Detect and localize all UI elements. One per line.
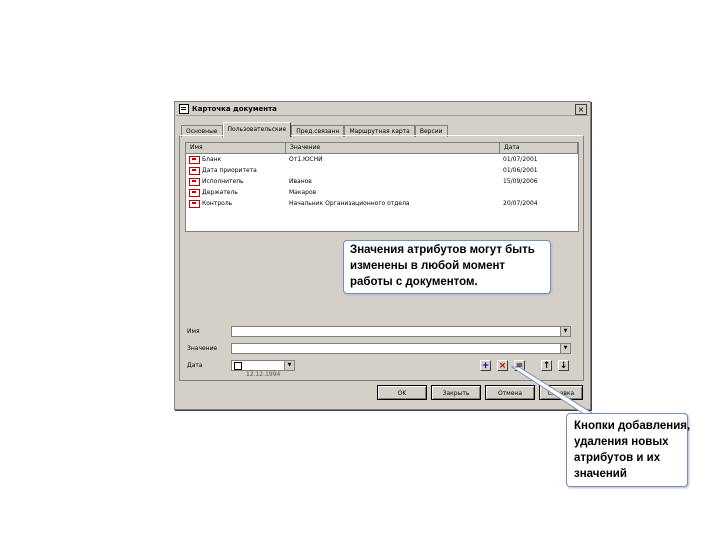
table-header: Имя Значение Дата bbox=[186, 143, 578, 154]
move-up-button[interactable]: ↑ bbox=[541, 360, 552, 371]
date-checkbox[interactable] bbox=[234, 362, 242, 370]
callout-line: атрибутов и их bbox=[574, 452, 661, 464]
name-combobox[interactable]: ▼ bbox=[231, 326, 571, 337]
row-date: 01/07/2001 bbox=[503, 156, 538, 163]
value-combobox[interactable]: ▼ bbox=[231, 343, 571, 354]
attributes-table[interactable]: Имя Значение Дата Бланк От1.ЮСНИ 01/07/2… bbox=[185, 142, 579, 232]
table-row[interactable]: Бланк От1.ЮСНИ 01/07/2001 bbox=[186, 154, 578, 165]
chevron-down-icon[interactable]: ▼ bbox=[284, 361, 294, 370]
column-header-date[interactable]: Дата bbox=[500, 143, 578, 153]
callout-line: изменены в любой момент bbox=[350, 260, 506, 272]
cancel-button[interactable]: Отмена bbox=[485, 385, 535, 400]
help-button[interactable]: Справка bbox=[539, 385, 583, 400]
buttons-callout: Кнопки добавления, удаления новых атрибу… bbox=[566, 413, 691, 487]
attribute-icon bbox=[189, 177, 200, 186]
row-value: От1.ЮСНИ bbox=[289, 156, 323, 163]
row-name: Контроль bbox=[202, 200, 233, 207]
row-name: Держатель bbox=[202, 189, 238, 196]
move-down-button[interactable]: ↓ bbox=[558, 360, 569, 371]
name-field-row: Имя ▼ bbox=[187, 326, 571, 337]
callout-line: Кнопки добавления, bbox=[574, 420, 691, 432]
title-bar: Карточка документа × bbox=[176, 103, 589, 116]
row-value: Начальник Организационного отдела bbox=[289, 200, 410, 207]
add-attribute-button[interactable]: + bbox=[480, 360, 491, 371]
tab-strip: Основные Пользовательские Пред.связанн М… bbox=[181, 122, 448, 137]
date-label: Дата bbox=[187, 362, 203, 369]
value-label: Значение bbox=[187, 345, 218, 352]
ok-button[interactable]: OK bbox=[377, 385, 427, 400]
attribute-icon bbox=[189, 166, 200, 175]
date-field-row: Дата 12.12.1994 ▼ bbox=[187, 360, 295, 378]
value-field-row: Значение ▼ bbox=[187, 343, 571, 354]
table-row[interactable]: Исполнитель Иванов 15/09/2006 bbox=[186, 176, 578, 187]
row-value: Макаров bbox=[289, 189, 317, 196]
row-name: Бланк bbox=[202, 156, 222, 163]
callout-line: Значения атрибутов могут быть bbox=[350, 244, 535, 256]
delete-attribute-button[interactable]: × bbox=[497, 360, 508, 371]
chevron-down-icon[interactable]: ▼ bbox=[560, 344, 570, 353]
row-name: Дата приоритета bbox=[202, 167, 257, 174]
close-button[interactable]: × bbox=[575, 104, 587, 115]
chevron-down-icon[interactable]: ▼ bbox=[560, 327, 570, 336]
callout-line: значений bbox=[574, 468, 627, 480]
callout-line: работы с документом. bbox=[350, 276, 478, 288]
name-label: Имя bbox=[187, 328, 200, 335]
row-value: Иванов bbox=[289, 178, 312, 185]
close-dialog-button[interactable]: Закрыть bbox=[431, 385, 481, 400]
attribute-icon bbox=[189, 199, 200, 208]
table-row[interactable]: Дата приоритета 01/06/2001 bbox=[186, 165, 578, 176]
table-row[interactable]: Контроль Начальник Организационного отде… bbox=[186, 198, 578, 209]
row-date: 20/07/2004 bbox=[503, 200, 538, 207]
date-value: 12.12.1994 bbox=[246, 371, 281, 378]
attribute-icon bbox=[189, 188, 200, 197]
window-icon bbox=[179, 104, 189, 114]
column-header-value[interactable]: Значение bbox=[286, 143, 500, 153]
values-callout: Значения атрибутов могут быть изменены в… bbox=[343, 240, 551, 294]
window-title: Карточка документа bbox=[192, 105, 277, 113]
row-date: 15/09/2006 bbox=[503, 178, 538, 185]
table-row[interactable]: Держатель Макаров bbox=[186, 187, 578, 198]
row-date: 01/06/2001 bbox=[503, 167, 538, 174]
date-picker[interactable]: 12.12.1994 ▼ bbox=[231, 360, 295, 378]
tab-custom[interactable]: Пользовательские bbox=[222, 122, 292, 137]
column-header-name[interactable]: Имя bbox=[186, 143, 286, 153]
equals-button[interactable]: = bbox=[514, 360, 525, 371]
attribute-icon bbox=[189, 155, 200, 164]
row-name: Исполнитель bbox=[202, 178, 244, 185]
callout-line: удаления новых bbox=[574, 436, 669, 448]
